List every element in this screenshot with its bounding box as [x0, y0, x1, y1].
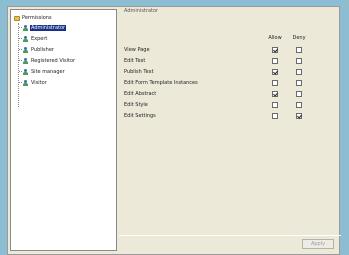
- permission-row: Edit Text: [124, 58, 334, 66]
- permission-label: Edit Style: [124, 102, 148, 108]
- allow-checkbox[interactable]: [272, 47, 278, 53]
- permission-row: Edit Abstract: [124, 91, 334, 99]
- deny-checkbox[interactable]: [296, 102, 302, 108]
- permission-label: Publish Text: [124, 69, 154, 75]
- folder-icon: [14, 15, 20, 21]
- user-icon: [23, 68, 29, 75]
- permission-label: Edit Text: [124, 58, 146, 64]
- tree-item-site-manager[interactable]: Site manager: [19, 68, 66, 75]
- permission-row: Publish Text: [124, 69, 334, 77]
- deny-checkbox[interactable]: [296, 113, 302, 119]
- tree-item-publisher[interactable]: Publisher: [19, 46, 55, 53]
- tree-item-expert[interactable]: Expert: [19, 35, 48, 42]
- tree-branch: [19, 27, 22, 28]
- tree-branch: [19, 38, 22, 39]
- allow-checkbox[interactable]: [272, 113, 278, 119]
- allow-checkbox[interactable]: [272, 58, 278, 64]
- tree-item-label: Administrator: [30, 24, 67, 31]
- permissions-window: Permissions Administrator Expert Publish…: [7, 6, 341, 255]
- deny-column-header: Deny: [292, 35, 306, 41]
- user-icon: [23, 46, 29, 53]
- permission-label: Edit Form Template Instances: [124, 80, 198, 86]
- tree-root-label: Permissions: [22, 15, 52, 21]
- permission-row: View Page: [124, 47, 334, 55]
- permission-label: Edit Settings: [124, 113, 156, 119]
- tree-item-registered-visitor[interactable]: Registered Visitor: [19, 57, 76, 64]
- allow-checkbox[interactable]: [272, 80, 278, 86]
- permissions-panel: Administrator Allow Deny View Page Edit …: [119, 7, 341, 251]
- allow-checkbox[interactable]: [272, 69, 278, 75]
- permission-row: Edit Form Template Instances: [124, 80, 334, 88]
- permission-label: View Page: [124, 47, 150, 53]
- tree-item-administrator[interactable]: Administrator: [19, 24, 67, 31]
- role-tree: Permissions Administrator Expert Publish…: [10, 9, 117, 251]
- deny-checkbox[interactable]: [296, 58, 302, 64]
- deny-checkbox[interactable]: [296, 80, 302, 86]
- footer-separator: [119, 235, 341, 236]
- tree-item-label: Registered Visitor: [31, 57, 76, 64]
- tree-item-label: Publisher: [31, 46, 54, 53]
- user-icon: [23, 79, 29, 86]
- user-icon: [23, 57, 29, 64]
- permission-row: Edit Settings: [124, 113, 334, 121]
- deny-checkbox[interactable]: [296, 47, 302, 53]
- tree-branch: [19, 71, 22, 72]
- allow-checkbox[interactable]: [272, 102, 278, 108]
- user-icon: [23, 24, 29, 31]
- deny-checkbox[interactable]: [296, 91, 302, 97]
- tree-branch: [19, 82, 22, 83]
- deny-checkbox[interactable]: [296, 69, 302, 75]
- apply-button[interactable]: Apply: [302, 239, 334, 249]
- allow-checkbox[interactable]: [272, 91, 278, 97]
- tree-branch: [19, 49, 22, 50]
- tree-item-label: Expert: [31, 35, 48, 42]
- tree-item-visitor[interactable]: Visitor: [19, 79, 48, 86]
- tree-root-permissions[interactable]: Permissions: [14, 15, 52, 21]
- tree-branch: [19, 60, 22, 61]
- tree-item-label: Site manager: [31, 68, 65, 75]
- tree-item-label: Visitor: [31, 79, 47, 86]
- allow-column-header: Allow: [268, 35, 282, 41]
- permission-label: Edit Abstract: [124, 91, 157, 97]
- permission-row: Edit Style: [124, 102, 334, 110]
- panel-header: Administrator: [124, 8, 159, 14]
- user-icon: [23, 35, 29, 42]
